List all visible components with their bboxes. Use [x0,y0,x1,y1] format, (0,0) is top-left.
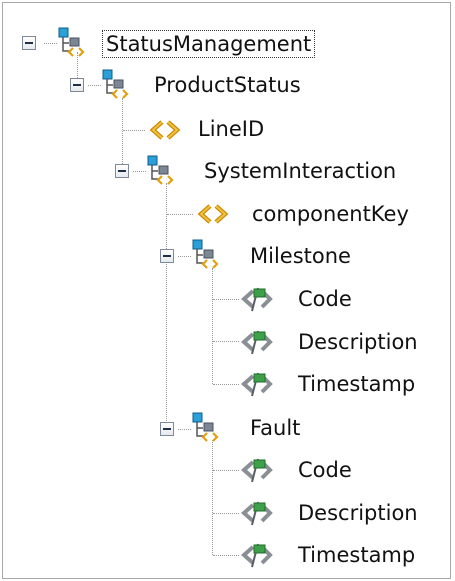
element-icon [240,498,274,532]
tree-connector [213,341,239,342]
tree-connector [212,268,213,384]
tree-node-component-key[interactable]: componentKey [252,202,409,226]
tree-node-status-management[interactable]: StatusManagement [102,30,316,58]
tree-connector [166,183,167,429]
tree-connector [123,130,145,131]
collapse-toggle-status-management[interactable] [22,36,36,50]
tree-node-line-id[interactable]: LineID [198,117,264,141]
element-icon [240,540,274,574]
tree-node-system-interaction[interactable]: SystemInteraction [204,159,396,183]
tree-node-product-status[interactable]: ProductStatus [154,73,301,97]
element-icon [240,369,274,403]
tree-connector [213,513,239,514]
collapse-toggle-system-interaction[interactable] [115,164,129,178]
tree-node-fault-description[interactable]: Description [298,501,418,525]
tree-node-fault-code[interactable]: Code [298,458,352,482]
attribute-icon [196,200,230,232]
element-icon [240,327,274,361]
tree-connector [122,98,123,174]
tree-connector [213,299,239,300]
collapse-toggle-product-status[interactable] [70,78,84,92]
tree-node-milestone-description[interactable]: Description [298,330,418,354]
complex-type-icon [100,68,134,106]
tree-connector [212,440,213,555]
complex-type-icon [56,26,90,64]
tree-node-fault-timestamp[interactable]: Timestamp [298,543,415,567]
tree-connector [213,470,239,471]
complex-type-icon [190,411,224,449]
attribute-icon [148,116,182,148]
tree-connector [167,214,193,215]
complex-type-icon [190,238,224,276]
collapse-toggle-milestone[interactable] [160,249,174,263]
complex-type-icon [145,154,179,192]
element-icon [240,284,274,318]
tree-connector [213,555,239,556]
tree-node-milestone[interactable]: Milestone [250,244,351,268]
element-icon [240,455,274,489]
collapse-toggle-fault[interactable] [160,422,174,436]
tree-node-fault[interactable]: Fault [250,416,300,440]
schema-tree: StatusManagement ProductStatus LineID Sy… [0,0,455,581]
tree-node-milestone-code[interactable]: Code [298,287,352,311]
tree-node-milestone-timestamp[interactable]: Timestamp [298,372,415,396]
tree-connector [213,384,239,385]
